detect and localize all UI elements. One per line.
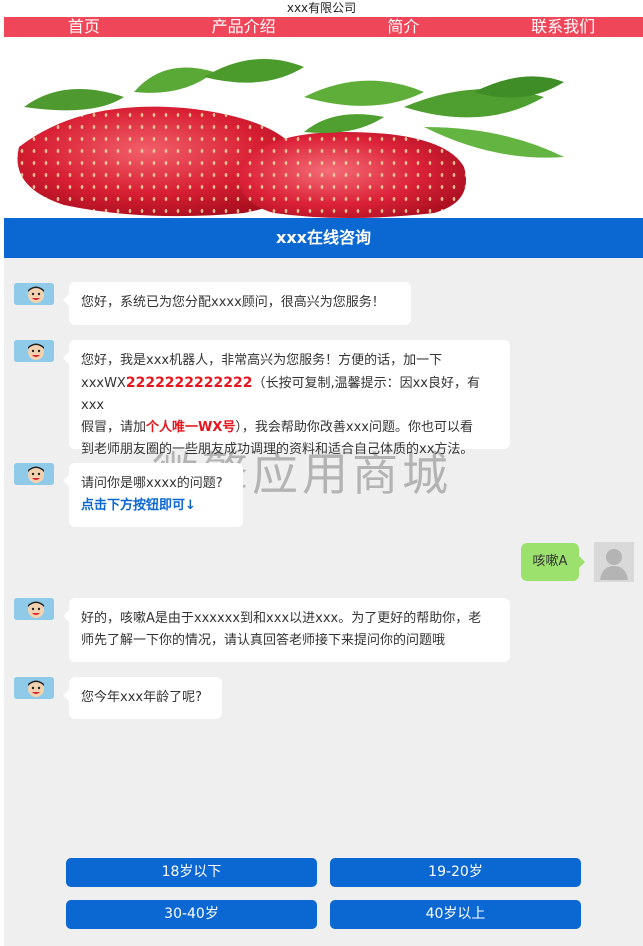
message-text: xxxWX — [81, 376, 126, 391]
hint-text: 点击下方按钮即可↓ — [81, 498, 196, 513]
top-nav: 首页 产品介绍 简介 联系我们 — [4, 17, 643, 37]
wx-highlight: 个人唯一WX号 — [146, 420, 236, 435]
bot-message: 您好，系统已为您分配xxxx顾问，很高兴为您服务！ — [63, 282, 411, 325]
bot-message: 您今年xxx年龄了呢? — [63, 677, 222, 719]
chat-title: xxx在线咨询 — [4, 218, 643, 258]
message-text: ），我会帮助你改善xxx问题。你也可以看 — [235, 420, 473, 435]
bot-avatar-icon — [14, 598, 54, 620]
message-text: 您好，我是xxx机器人，非常高兴为您服务！方便的话，加一下 — [81, 353, 443, 368]
nav-item-home[interactable]: 首页 — [4, 17, 164, 37]
bot-message: 您好，我是xxx机器人，非常高兴为您服务！方便的话，加一下 xxxWX22222… — [63, 340, 510, 457]
bot-avatar-icon — [14, 340, 54, 362]
message-text: 到老师朋友圈的一些朋友成功调理的资料和适合自己体质的xx方法。 — [81, 442, 474, 457]
bot-message: 好的，咳嗽A是由于xxxxxx到和xxx以进xxx。为了更好的帮助你，老 师先了… — [63, 598, 510, 662]
banner-strawberry-image — [4, 37, 643, 218]
option-30-40-button[interactable]: 30-40岁 — [66, 900, 317, 929]
strawberry-image — [17, 59, 564, 218]
bot-avatar-icon — [14, 463, 54, 485]
chat-area: 微擎应用商城 您好，系统已为您分配xxxx顾问，很高兴为您服务！ 您好，我是xx… — [4, 258, 643, 946]
user-message: 咳嗽A — [521, 543, 585, 581]
bot-avatar-icon — [14, 677, 54, 699]
nav-item-contact[interactable]: 联系我们 — [483, 17, 643, 37]
option-under-18-button[interactable]: 18岁以下 — [66, 858, 317, 887]
wx-number[interactable]: 2222222222222 — [126, 375, 253, 391]
company-name: xxx有限公司 — [286, 1, 357, 15]
message-text: 请问你是哪xxxx的问题? — [81, 476, 223, 491]
option-over-40-button[interactable]: 40岁以上 — [330, 900, 581, 929]
bot-avatar-icon — [14, 283, 54, 305]
bot-message: 请问你是哪xxxx的问题? 点击下方按钮即可↓ — [63, 463, 243, 527]
message-text: 好的，咳嗽A是由于xxxxxx到和xxx以进xxx。为了更好的帮助你，老 — [81, 611, 482, 626]
user-avatar-icon — [594, 542, 634, 582]
option-19-20-button[interactable]: 19-20岁 — [330, 858, 581, 887]
message-text: 师先了解一下你的情况，请认真回答老师接下来提问你的问题哦 — [81, 633, 446, 648]
nav-item-intro[interactable]: 简介 — [324, 17, 484, 37]
nav-item-products[interactable]: 产品介绍 — [164, 17, 324, 37]
page: xxx有限公司 首页 产品介绍 简介 联系我们 xxx在线咨询 微擎应用商城 您… — [0, 0, 643, 946]
message-text: 假冒，请加 — [81, 420, 147, 435]
